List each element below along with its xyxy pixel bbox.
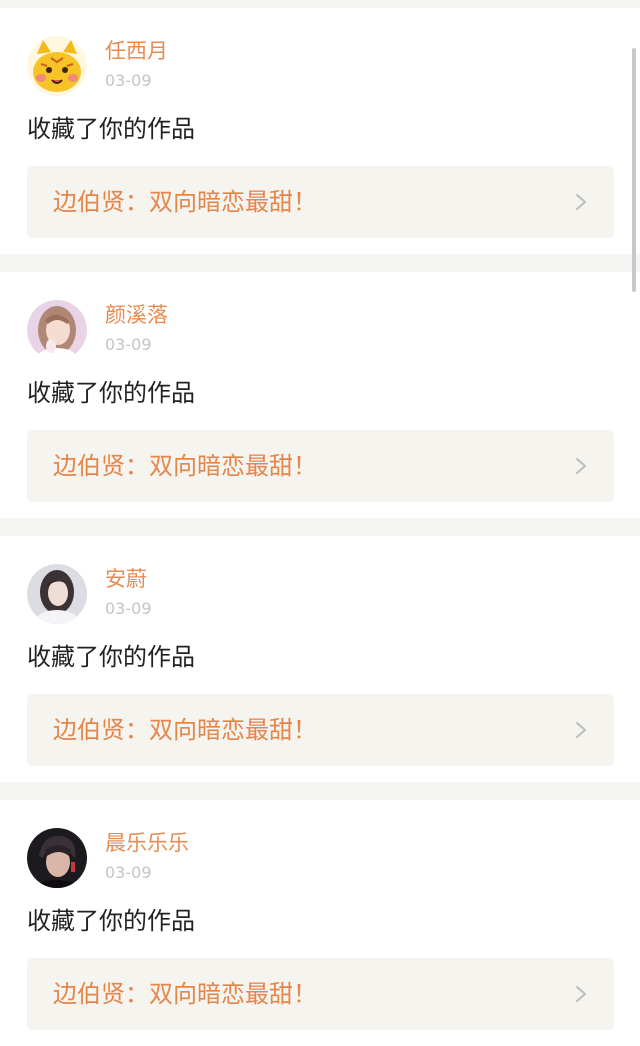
action-text: 收藏了你的作品 [27, 379, 195, 407]
scrollbar[interactable] [632, 48, 636, 292]
timestamp: 03-09 [105, 335, 152, 354]
work-link[interactable]: 边伯贤：双向暗恋最甜！ [27, 430, 614, 502]
avatar[interactable] [27, 36, 87, 96]
notification-card: 安蔚 03-09 收藏了你的作品 边伯贤：双向暗恋最甜！ [0, 536, 640, 782]
work-link[interactable]: 边伯贤：双向暗恋最甜！ [27, 166, 614, 238]
notification-card: 颜溪落 03-09 收藏了你的作品 边伯贤：双向暗恋最甜！ [0, 272, 640, 518]
work-title: 边伯贤：双向暗恋最甜！ [53, 716, 317, 744]
girl-grey-background-avatar-icon [27, 564, 87, 624]
chevron-right-icon [576, 194, 586, 210]
username[interactable]: 安蔚 [105, 566, 147, 592]
work-title: 边伯贤：双向暗恋最甜！ [53, 980, 317, 1008]
work-title: 边伯贤：双向暗恋最甜！ [53, 452, 317, 480]
work-title: 边伯贤：双向暗恋最甜！ [53, 188, 317, 216]
action-text: 收藏了你的作品 [27, 907, 195, 935]
timestamp: 03-09 [105, 863, 152, 882]
chevron-right-icon [576, 722, 586, 738]
action-text: 收藏了你的作品 [27, 115, 195, 143]
username[interactable]: 晨乐乐乐 [105, 830, 189, 856]
chevron-right-icon [576, 986, 586, 1002]
avatar[interactable] [27, 828, 87, 888]
chevron-right-icon [576, 458, 586, 474]
username[interactable]: 颜溪落 [105, 302, 168, 328]
avatar[interactable] [27, 300, 87, 360]
action-text: 收藏了你的作品 [27, 643, 195, 671]
username[interactable]: 任西月 [105, 38, 168, 64]
timestamp: 03-09 [105, 599, 152, 618]
work-link[interactable]: 边伯贤：双向暗恋最甜！ [27, 694, 614, 766]
work-link[interactable]: 边伯贤：双向暗恋最甜！ [27, 958, 614, 1030]
avatar[interactable] [27, 564, 87, 624]
cartoon-tiger-avatar-icon [27, 36, 87, 96]
girl-pink-background-avatar-icon [27, 300, 87, 360]
notification-card: 任西月 03-09 收藏了你的作品 边伯贤：双向暗恋最甜！ [0, 8, 640, 254]
notification-card: 晨乐乐乐 03-09 收藏了你的作品 边伯贤：双向暗恋最甜！ [0, 800, 640, 1046]
timestamp: 03-09 [105, 71, 152, 90]
boy-dark-background-avatar-icon [27, 828, 87, 888]
